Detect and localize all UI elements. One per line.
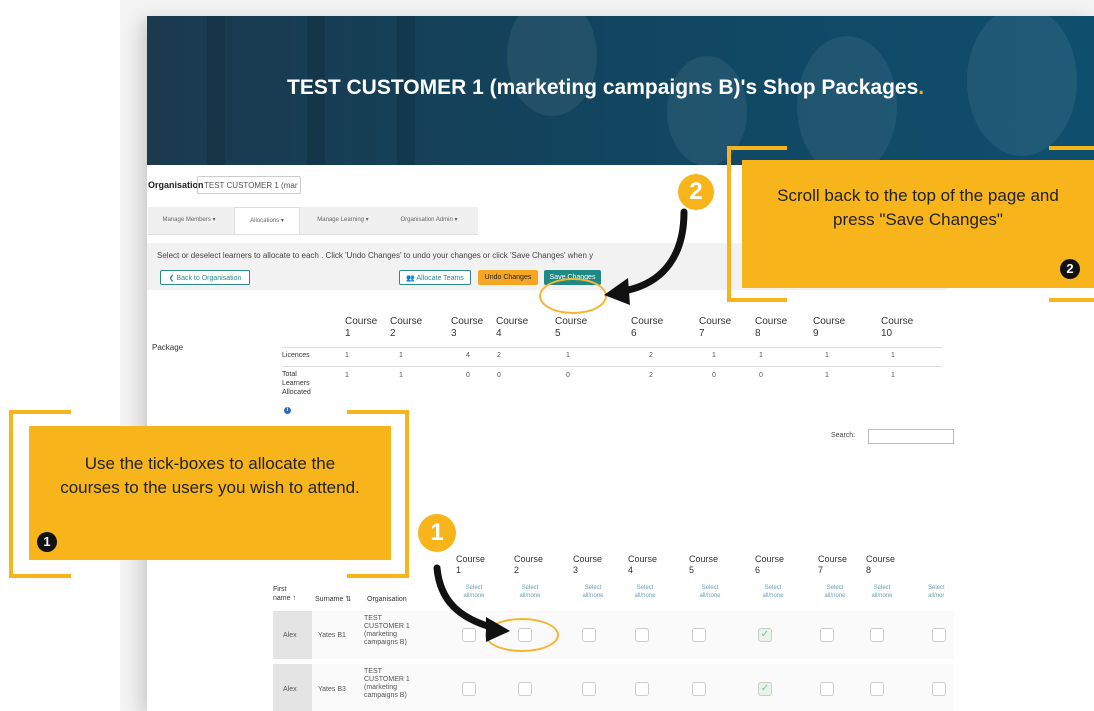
arrow-to-checkbox-icon bbox=[433, 564, 498, 632]
arrowhead-icon bbox=[486, 617, 510, 642]
annotation-arrows bbox=[433, 208, 688, 642]
arrowhead-icon bbox=[604, 278, 630, 305]
